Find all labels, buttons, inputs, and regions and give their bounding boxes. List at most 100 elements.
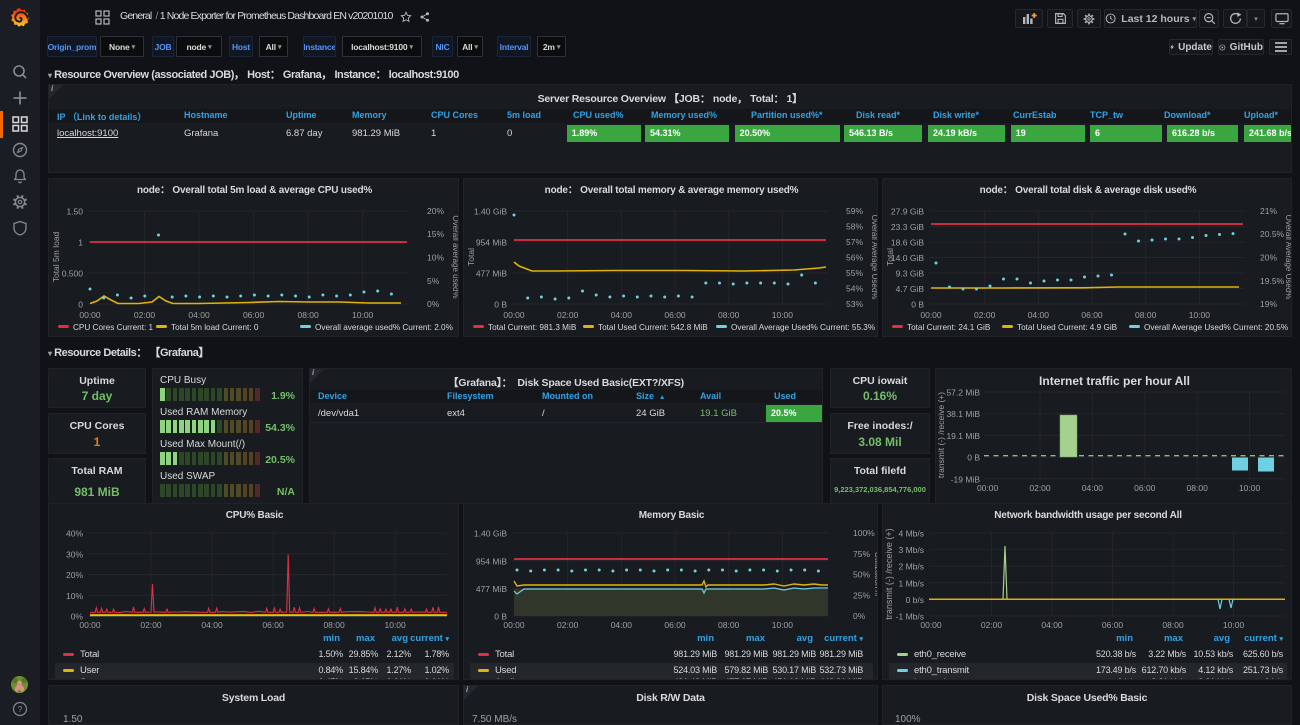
svg-text:08:00: 08:00 xyxy=(1162,620,1184,630)
svg-text:0.500: 0.500 xyxy=(62,269,84,279)
svg-text:?: ? xyxy=(18,704,23,714)
svg-text:00:00: 00:00 xyxy=(920,620,942,630)
svg-text:19.5%: 19.5% xyxy=(1260,276,1285,286)
svg-text:21%: 21% xyxy=(1260,206,1277,216)
svg-text:06:00: 06:00 xyxy=(243,310,265,320)
svg-text:00:00: 00:00 xyxy=(79,310,101,320)
svg-text:56%: 56% xyxy=(846,253,863,263)
svg-text:954 MiB: 954 MiB xyxy=(476,556,508,566)
svg-text:04:00: 04:00 xyxy=(611,620,633,630)
svg-text:Memory Basic: Memory Basic xyxy=(639,510,705,521)
svg-text:1.50: 1.50 xyxy=(66,207,83,217)
svg-text:1: 1 xyxy=(78,238,83,248)
svg-text:3 Mb/s: 3 Mb/s xyxy=(898,545,924,555)
svg-text:Overall average used% Current: Overall average used% Current: 2.0% xyxy=(315,323,453,332)
svg-text:30%: 30% xyxy=(66,549,83,559)
svg-text:Total Current: 981.3 MiB: Total Current: 981.3 MiB xyxy=(488,323,577,332)
svg-text:Internet traffic per hour All: Internet traffic per hour All xyxy=(1039,374,1190,388)
svg-text:20%: 20% xyxy=(66,570,83,580)
svg-text:Total: Total xyxy=(885,248,895,266)
svg-text:02:00: 02:00 xyxy=(140,620,162,630)
svg-text:Overall Average Used% Current: Overall Average Used% Current: 55.3% xyxy=(731,323,875,332)
svg-text:0 B: 0 B xyxy=(967,453,980,463)
svg-text:node： Overall total 5m load &: node： Overall total 5m load & average CP… xyxy=(137,185,372,196)
svg-text:Total 5m load: Total 5m load xyxy=(51,231,61,282)
svg-text:27.9 GiB: 27.9 GiB xyxy=(891,207,924,217)
svg-text:04:00: 04:00 xyxy=(1082,483,1104,493)
svg-text:10:00: 10:00 xyxy=(1239,483,1261,493)
svg-text:02:00: 02:00 xyxy=(557,310,579,320)
svg-text:06:00: 06:00 xyxy=(664,620,686,630)
svg-text:Total 5m load Current: 0: Total 5m load Current: 0 xyxy=(171,323,259,332)
svg-text:10:00: 10:00 xyxy=(384,620,406,630)
svg-text:10%: 10% xyxy=(427,253,444,263)
svg-text:10:00: 10:00 xyxy=(1223,620,1245,630)
svg-text:19%: 19% xyxy=(1260,299,1277,309)
svg-text:08:00: 08:00 xyxy=(297,310,319,320)
svg-text:02:00: 02:00 xyxy=(974,310,996,320)
svg-text:40%: 40% xyxy=(66,529,83,539)
svg-text:08:00: 08:00 xyxy=(718,620,740,630)
svg-text:10%: 10% xyxy=(66,591,83,601)
svg-text:Network bandwidth usage per se: Network bandwidth usage per second All xyxy=(994,510,1182,521)
svg-text:Overall Average Used% Current: Overall Average Used% Current: 20.5% xyxy=(1144,323,1288,332)
svg-text:100%: 100% xyxy=(853,528,875,538)
svg-text:0%: 0% xyxy=(427,299,440,309)
svg-text:20%: 20% xyxy=(1260,253,1277,263)
svg-text:00:00: 00:00 xyxy=(79,620,101,630)
svg-text:18.6 GiB: 18.6 GiB xyxy=(891,238,924,248)
svg-text:02:00: 02:00 xyxy=(557,620,579,630)
svg-text:02:00: 02:00 xyxy=(134,310,156,320)
svg-text:00:00: 00:00 xyxy=(920,310,942,320)
svg-text:04:00: 04:00 xyxy=(611,310,633,320)
svg-text:58%: 58% xyxy=(846,222,863,232)
svg-text:Overall Average Used%: Overall Average Used% xyxy=(1284,215,1292,300)
svg-text:54%: 54% xyxy=(846,284,863,294)
svg-text:5%: 5% xyxy=(427,276,440,286)
svg-text:14.0 GiB: 14.0 GiB xyxy=(891,253,924,263)
svg-text:06:00: 06:00 xyxy=(1134,483,1156,493)
svg-text:20.5%: 20.5% xyxy=(1260,229,1285,239)
svg-text:0: 0 xyxy=(78,300,83,310)
svg-text:10:00: 10:00 xyxy=(1189,310,1211,320)
svg-text:0 b/s: 0 b/s xyxy=(906,595,924,605)
svg-text:1 Mb/s: 1 Mb/s xyxy=(898,578,924,588)
svg-text:23.3 GiB: 23.3 GiB xyxy=(891,222,924,232)
svg-text:954 MiB: 954 MiB xyxy=(476,238,508,248)
svg-text:55%: 55% xyxy=(846,268,863,278)
svg-text:02:00: 02:00 xyxy=(981,620,1003,630)
svg-text:10:00: 10:00 xyxy=(352,310,374,320)
svg-text:4.7 GiB: 4.7 GiB xyxy=(896,284,925,294)
svg-text:0%: 0% xyxy=(853,611,866,621)
svg-text:Total: Total xyxy=(466,248,476,266)
svg-text:CPU Cores Current: 1: CPU Cores Current: 1 xyxy=(73,323,154,332)
svg-text:57.2 MiB: 57.2 MiB xyxy=(946,388,980,398)
svg-text:57%: 57% xyxy=(846,237,863,247)
svg-text:Total Used Current: 4.9 GiB: Total Used Current: 4.9 GiB xyxy=(1017,323,1118,332)
svg-text:00:00: 00:00 xyxy=(503,620,525,630)
svg-text:node： Overall total disk & av: node： Overall total disk & average disk … xyxy=(980,185,1197,196)
svg-text:08:00: 08:00 xyxy=(323,620,345,630)
svg-text:06:00: 06:00 xyxy=(1102,620,1124,630)
svg-text:02:00: 02:00 xyxy=(1029,483,1051,493)
svg-text:59%: 59% xyxy=(846,206,863,216)
svg-text:9.3 GiB: 9.3 GiB xyxy=(896,269,925,279)
svg-text:50%: 50% xyxy=(853,570,870,580)
svg-text:25%: 25% xyxy=(853,590,870,600)
svg-text:04:00: 04:00 xyxy=(188,310,210,320)
svg-text:15%: 15% xyxy=(427,229,444,239)
svg-text:-19 MiB: -19 MiB xyxy=(951,474,981,484)
svg-text:06:00: 06:00 xyxy=(262,620,284,630)
svg-text:19.1 MiB: 19.1 MiB xyxy=(946,431,980,441)
svg-text:477 MiB: 477 MiB xyxy=(476,269,508,279)
svg-text:Utilization%: Utilization% xyxy=(873,552,878,597)
svg-text:06:00: 06:00 xyxy=(664,310,686,320)
svg-text:transmit (-) /receive (+): transmit (-) /receive (+) xyxy=(936,392,946,478)
svg-text:08:00: 08:00 xyxy=(1187,483,1209,493)
svg-text:0 B: 0 B xyxy=(494,300,507,310)
svg-text:00:00: 00:00 xyxy=(503,310,525,320)
svg-text:06:00: 06:00 xyxy=(1081,310,1103,320)
svg-text:0 B: 0 B xyxy=(911,300,924,310)
svg-text:08:00: 08:00 xyxy=(718,310,740,320)
svg-text:20%: 20% xyxy=(427,206,444,216)
